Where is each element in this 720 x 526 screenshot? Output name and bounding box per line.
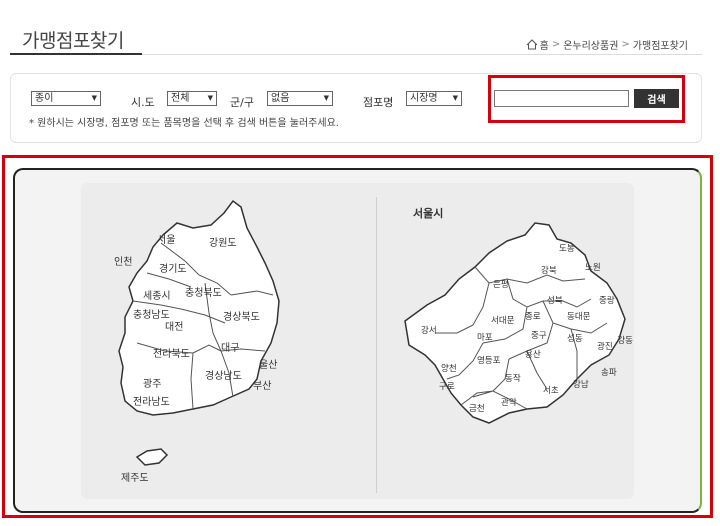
- region-gwangju[interactable]: 광주: [143, 378, 161, 390]
- seoul-map[interactable]: 서울시 도봉 강북 노원 은평 성북 중랑 종로 동대문 강서 서대문 중구 마…: [377, 183, 634, 499]
- district-seongdong[interactable]: 성동: [567, 334, 583, 344]
- district-seodaemun[interactable]: 서대문: [491, 316, 515, 326]
- district-gangdong[interactable]: 강동: [617, 335, 633, 346]
- district-gangbuk[interactable]: 강북: [541, 265, 557, 276]
- district-dongjak[interactable]: 동작: [505, 373, 521, 384]
- region-daegu[interactable]: 대구: [221, 342, 239, 354]
- region-gyeongnam[interactable]: 경상남도: [205, 369, 242, 382]
- district-seocho[interactable]: 서초: [543, 386, 559, 396]
- page-title: 가맹점포찾기: [22, 30, 124, 52]
- gungu-select-value: 없음: [271, 93, 290, 104]
- search-input[interactable]: [494, 90, 629, 107]
- sido-label: 시.도: [131, 96, 155, 109]
- chevron-down-icon: ▼: [91, 94, 97, 102]
- district-jongno[interactable]: 종로: [525, 312, 541, 322]
- store-label: 점포명: [363, 96, 394, 109]
- map-panel: 서울 강원도 인천 경기도 세종시 충청북도 충청남도 대전 경상북도 전라북도…: [81, 183, 634, 499]
- district-gangnam[interactable]: 강남: [573, 379, 589, 390]
- gungu-label: 군/구: [230, 96, 254, 109]
- region-gyeongbuk[interactable]: 경상북도: [223, 310, 260, 323]
- seoul-outline: [404, 222, 626, 424]
- search-highlight: 검색: [488, 75, 685, 123]
- store-select-value: 시장명: [410, 93, 438, 104]
- district-eunpyeong[interactable]: 은평: [493, 279, 509, 290]
- region-jeonnam[interactable]: 전라남도: [133, 396, 170, 408]
- breadcrumb-separator: >: [551, 39, 561, 50]
- jeju-island[interactable]: [135, 448, 169, 466]
- help-text: * 원하시는 시장명, 점포명 또는 품목명을 선택 후 검색 버튼을 눌러주세…: [29, 118, 339, 129]
- breadcrumb-current: 가맹점포찾기: [632, 41, 688, 52]
- district-yangcheon[interactable]: 양천: [441, 363, 457, 374]
- sido-select-value: 전체: [171, 93, 190, 104]
- district-songpa[interactable]: 송파: [601, 368, 617, 378]
- type-select[interactable]: 종이 ▼: [31, 91, 101, 106]
- region-jeonbuk[interactable]: 전라북도: [153, 348, 190, 360]
- seoul-map-title: 서울시: [413, 206, 443, 220]
- region-chungnam[interactable]: 충청남도: [133, 309, 170, 321]
- region-sejong[interactable]: 세종시: [143, 290, 171, 302]
- search-button[interactable]: 검색: [634, 89, 679, 108]
- district-geumcheon[interactable]: 금천: [469, 403, 485, 414]
- title-underline: [10, 53, 142, 55]
- region-chungbuk[interactable]: 충청북도: [185, 287, 222, 299]
- store-select[interactable]: 시장명 ▼: [406, 91, 462, 106]
- breadcrumb: 홈 > 온누리상품권 > 가맹점포찾기: [526, 37, 688, 52]
- chevron-down-icon: ▼: [323, 94, 329, 102]
- korea-map[interactable]: 서울 강원도 인천 경기도 세종시 충청북도 충청남도 대전 경상북도 전라북도…: [81, 183, 377, 499]
- region-gyeonggi[interactable]: 경기도: [159, 262, 187, 275]
- district-mapo[interactable]: 마포: [477, 333, 493, 343]
- title-rule: [142, 54, 702, 55]
- district-guro[interactable]: 구로: [439, 382, 455, 392]
- home-icon[interactable]: [526, 39, 538, 50]
- region-jeju[interactable]: 제주도: [121, 472, 149, 484]
- region-ulsan[interactable]: 울산: [259, 359, 277, 371]
- region-incheon[interactable]: 인천: [114, 256, 132, 268]
- breadcrumb-home[interactable]: 홈: [540, 37, 549, 52]
- district-dobong[interactable]: 도봉: [559, 244, 575, 254]
- district-dongdaemun[interactable]: 동대문: [567, 312, 591, 322]
- district-seongbuk[interactable]: 성북: [547, 296, 563, 306]
- district-nowon[interactable]: 노원: [585, 263, 601, 273]
- region-daejeon[interactable]: 대전: [165, 321, 183, 333]
- sido-select[interactable]: 전체 ▼: [167, 91, 217, 106]
- district-gwanak[interactable]: 관악: [501, 397, 517, 408]
- region-seoul[interactable]: 서울: [157, 234, 175, 246]
- district-gangseo[interactable]: 강서: [421, 325, 437, 336]
- map-highlight: 서울 강원도 인천 경기도 세종시 충청북도 충청남도 대전 경상북도 전라북도…: [2, 155, 713, 518]
- district-junggu[interactable]: 중구: [531, 331, 547, 341]
- district-jungnang[interactable]: 중랑: [599, 295, 615, 306]
- breadcrumb-level1[interactable]: 온누리상품권: [563, 37, 618, 52]
- map-frame: 서울 강원도 인천 경기도 세종시 충청북도 충청남도 대전 경상북도 전라북도…: [13, 168, 702, 513]
- gungu-select[interactable]: 없음 ▼: [267, 91, 333, 106]
- district-yongsan[interactable]: 용산: [525, 349, 541, 360]
- breadcrumb-separator: >: [621, 39, 630, 50]
- district-gwangjin[interactable]: 광진: [597, 341, 613, 352]
- region-gangwon[interactable]: 강원도: [209, 237, 237, 249]
- chevron-down-icon: ▼: [452, 94, 458, 102]
- chevron-down-icon: ▼: [207, 94, 213, 102]
- region-busan[interactable]: 부산: [253, 380, 271, 392]
- district-yeongdeungpo[interactable]: 영등포: [477, 355, 501, 366]
- type-select-value: 종이: [35, 93, 54, 104]
